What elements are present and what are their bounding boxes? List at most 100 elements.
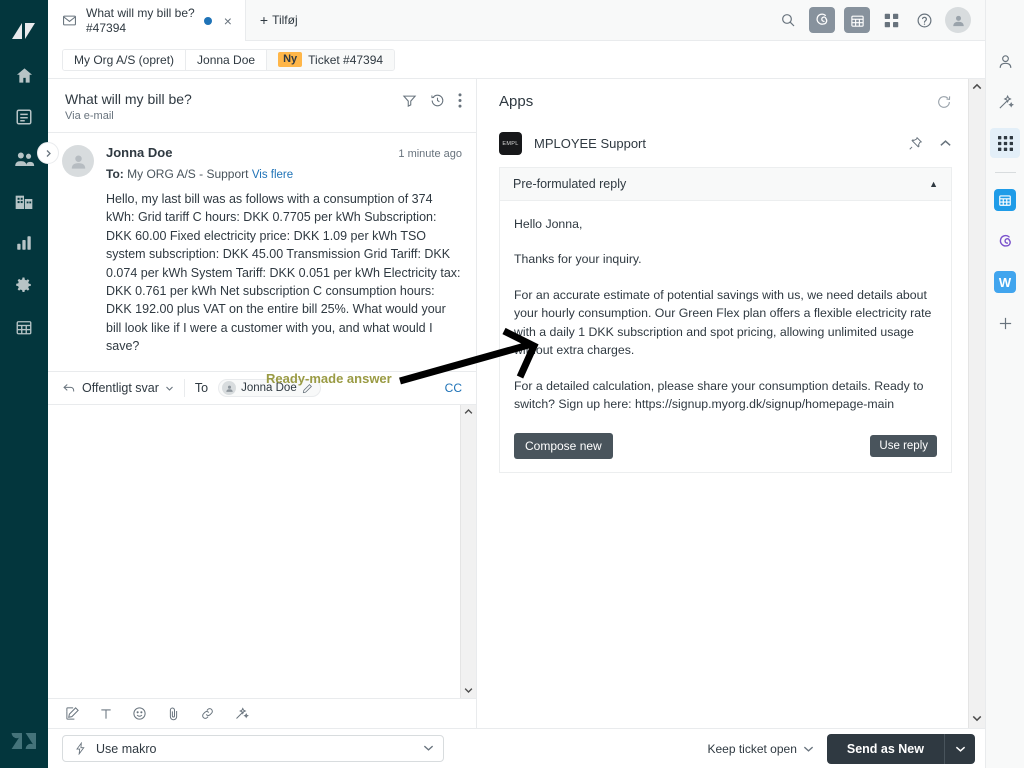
reply-text-input[interactable]	[48, 405, 460, 698]
magic-wand-icon[interactable]	[234, 706, 249, 721]
apps-inner: Apps EMPL MPLOYEE Support Pre-formulated…	[477, 79, 985, 728]
recipient-pill[interactable]: Jonna Doe	[218, 379, 321, 398]
ticket-pane: What will my bill be? Via e-mail Jonna D…	[37, 79, 477, 728]
zendesk-agent-workspace: What will my bill be? #47394 × + Tilføj	[0, 0, 1024, 768]
user-profile-icon[interactable]	[990, 46, 1020, 76]
user-avatar-icon[interactable]	[945, 7, 971, 33]
chevron-down-icon	[165, 386, 173, 391]
app-logo-icon: EMPL	[499, 132, 522, 155]
calendar-icon[interactable]	[844, 7, 870, 33]
chevron-up-icon[interactable]	[939, 137, 952, 150]
send-options-chevron-icon[interactable]	[944, 733, 975, 764]
talk-swirl-icon[interactable]	[809, 7, 835, 33]
link-icon[interactable]	[200, 706, 215, 721]
search-icon[interactable]	[776, 8, 800, 32]
reply-paragraph-greeting: Hello Jonna,	[514, 217, 583, 231]
app-section-header[interactable]: Pre-formulated reply ▲	[499, 167, 952, 201]
sidebar-item-calendar[interactable]	[0, 306, 48, 348]
tab-title: What will my bill be?	[86, 5, 195, 20]
apps-pane: Apps EMPL MPLOYEE Support Pre-formulated…	[477, 79, 985, 728]
scroll-down-icon[interactable]	[464, 686, 473, 696]
scroll-up-icon[interactable]	[464, 407, 473, 417]
filter-icon[interactable]	[402, 93, 417, 108]
nav-icon-list	[0, 54, 48, 348]
sidebar-item-settings[interactable]	[0, 264, 48, 306]
apps-header: Apps	[477, 79, 968, 110]
scroll-down-icon[interactable]	[972, 714, 982, 725]
sidebar-item-home[interactable]	[0, 54, 48, 96]
cc-button[interactable]: CC	[445, 381, 462, 395]
app-card-header: EMPL MPLOYEE Support	[499, 132, 952, 167]
reply-channel-label: Offentligt svar	[82, 381, 159, 396]
tab-close-icon[interactable]: ×	[221, 12, 235, 30]
talk-swirl-app-icon[interactable]	[990, 226, 1020, 256]
use-reply-button[interactable]: Use reply	[870, 434, 937, 457]
macro-select[interactable]: Use makro	[62, 735, 444, 762]
pin-icon[interactable]	[908, 136, 923, 151]
rich-text-compose-icon[interactable]	[65, 706, 80, 721]
breadcrumb-org-label: My Org A/S (opret)	[74, 52, 175, 67]
app-card-mployee-support: EMPL MPLOYEE Support Pre-formulated repl…	[499, 132, 952, 473]
reply-channel-select[interactable]: Offentligt svar	[62, 381, 174, 395]
add-tab-button[interactable]: + Tilføj	[246, 0, 312, 40]
add-app-button[interactable]	[990, 308, 1020, 338]
refresh-icon[interactable]	[936, 94, 952, 110]
app-name: MPLOYEE Support	[534, 136, 646, 151]
composer-scrollbar[interactable]	[460, 405, 476, 698]
caret-up-icon[interactable]: ▲	[929, 179, 938, 189]
scroll-up-icon[interactable]	[972, 82, 982, 93]
send-as-new-button[interactable]: Send as New	[826, 733, 944, 764]
calendar-app-icon[interactable]	[990, 185, 1020, 215]
apps-title: Apps	[499, 93, 534, 110]
app-header-actions	[908, 136, 952, 151]
ticket-status-select[interactable]: Keep ticket open	[707, 742, 813, 756]
breadcrumb-item-user[interactable]: Jonna Doe	[186, 49, 268, 70]
mail-icon	[62, 13, 77, 28]
comment-recipients: To: My ORG A/S - Support Vis flere	[106, 167, 462, 181]
apps-pane-scrollbar[interactable]	[968, 79, 985, 728]
reply-composer: Offentligt svar To Jonna Doe CC	[48, 372, 476, 728]
text-format-icon[interactable]	[99, 707, 113, 721]
breadcrumb-group: My Org A/S (opret) Jonna Doe Ny Ticket #…	[62, 48, 396, 71]
magic-wand-icon[interactable]	[990, 87, 1020, 117]
breadcrumb-item-ticket[interactable]: Ny Ticket #47394	[267, 49, 395, 70]
right-icon-rail: W	[985, 0, 1024, 768]
history-clock-icon[interactable]	[430, 93, 445, 108]
attachment-clip-icon[interactable]	[166, 706, 181, 721]
ticket-footer-bar: Use makro Keep ticket open Send as New	[48, 728, 985, 768]
breadcrumb-user-label: Jonna Doe	[197, 52, 256, 67]
zendesk-mark-icon	[0, 10, 48, 50]
to-label: To:	[106, 167, 124, 181]
status-badge: Ny	[278, 51, 303, 68]
tab-text-block: What will my bill be? #47394	[86, 6, 195, 35]
comment-body: Jonna Doe 1 minute ago To: My ORG A/S - …	[106, 145, 462, 355]
more-options-icon[interactable]	[458, 93, 462, 108]
composer-body	[48, 405, 476, 698]
edit-pencil-icon	[302, 383, 312, 393]
word-app-icon[interactable]: W	[990, 267, 1020, 297]
ticket-header-actions	[402, 91, 462, 108]
ticket-header-text: What will my bill be? Via e-mail	[65, 91, 402, 122]
comment-timestamp: 1 minute ago	[398, 148, 462, 160]
tab-ticket-47394[interactable]: What will my bill be? #47394 ×	[48, 0, 246, 41]
show-more-link[interactable]: Vis flere	[252, 169, 293, 181]
calendar-app-tile	[994, 189, 1016, 211]
compose-new-button[interactable]: Compose new	[514, 432, 613, 459]
sidebar-item-organizations[interactable]	[0, 180, 48, 222]
sidebar-item-reporting[interactable]	[0, 222, 48, 264]
reply-paragraph-thanks: Thanks for your inquiry.	[514, 252, 642, 267]
emoji-icon[interactable]	[132, 706, 147, 721]
tab-subtitle: #47394	[86, 20, 127, 35]
chevron-down-icon[interactable]	[423, 744, 434, 754]
breadcrumb-item-organization[interactable]: My Org A/S (opret)	[63, 49, 187, 70]
apps-grid-icon[interactable]	[879, 8, 903, 32]
collapse-panel-chevron-icon[interactable]	[37, 142, 59, 164]
main-column: What will my bill be? #47394 × + Tilføj	[37, 0, 985, 768]
sidebar-item-views[interactable]	[0, 96, 48, 138]
lightning-bolt-icon	[76, 742, 85, 755]
ticket-status-label: Keep ticket open	[707, 741, 797, 756]
zendesk-logo-icon[interactable]	[0, 720, 48, 760]
send-button-group: Send as New	[826, 733, 975, 764]
apps-grid-icon[interactable]	[990, 128, 1020, 158]
help-question-icon[interactable]	[912, 8, 936, 32]
